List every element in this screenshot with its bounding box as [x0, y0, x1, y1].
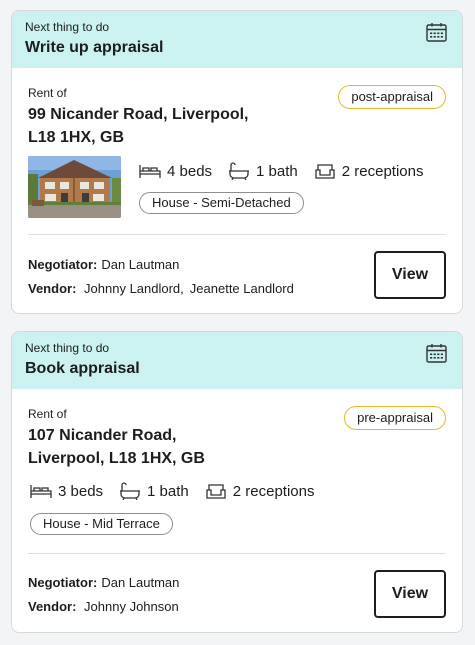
bed-icon: [30, 485, 52, 498]
baths-feature: 1 bath: [119, 482, 189, 500]
vendor-name: Johnny Landlord,: [84, 281, 184, 296]
address-line-1: 107 Nicander Road,: [28, 427, 177, 444]
beds-feature: 4 beds: [139, 162, 212, 180]
vendor-label: Vendor:: [28, 281, 77, 296]
task-title: Write up appraisal: [25, 39, 164, 56]
property-address: 99 Nicander Road, Liverpool, L18 1HX, GB: [28, 103, 268, 149]
negotiator-row: Negotiator: Dan Lautman: [28, 257, 185, 273]
status-badge: pre-appraisal: [344, 406, 446, 430]
vendor-row: Vendor: Johnny Landlord, Jeanette Landlor…: [28, 281, 300, 297]
rent-label: Rent of: [28, 86, 67, 100]
vendor-name: Johnny Johnson: [84, 599, 179, 614]
negotiator-label: Negotiator:: [28, 257, 98, 272]
receptions-count: 2 receptions: [232, 482, 315, 500]
vendor-row: Vendor: Johnny Johnson: [28, 599, 185, 615]
negotiator-name: Dan Lautman: [101, 575, 180, 590]
property-type-tag: House - Semi-Detached: [139, 192, 304, 214]
beds-count: 4 beds: [167, 162, 213, 180]
property-features: 3 beds 1 bath 2 receptions: [30, 482, 330, 500]
bath-icon: [120, 482, 141, 500]
receptions-count: 2 receptions: [341, 162, 424, 180]
view-button[interactable]: View: [374, 570, 446, 618]
next-thing-label: Next thing to do: [25, 341, 110, 355]
sofa-icon: [315, 164, 335, 179]
task-card: Next thing to do Write up appraisal Rent…: [11, 10, 463, 314]
bath-icon: [229, 162, 250, 180]
address-line-2: L18 1HX, GB: [28, 129, 125, 146]
property-features: 4 beds 1 bath 2 receptions: [139, 162, 439, 180]
address-line-2: Liverpool, L18 1HX, GB: [28, 450, 205, 467]
negotiator-name: Dan Lautman: [101, 257, 180, 272]
card-divider: [28, 234, 446, 235]
calendar-icon[interactable]: [426, 343, 447, 363]
property-photo[interactable]: [28, 156, 121, 218]
view-button[interactable]: View: [374, 251, 446, 299]
receptions-feature: 2 receptions: [314, 162, 424, 180]
next-thing-label: Next thing to do: [25, 20, 110, 34]
status-badge: post-appraisal: [338, 85, 446, 109]
vendor-label: Vendor:: [28, 599, 77, 614]
task-title: Book appraisal: [25, 360, 140, 377]
negotiator-row: Negotiator: Dan Lautman: [28, 575, 185, 591]
sofa-icon: [206, 484, 226, 499]
baths-feature: 1 bath: [228, 162, 298, 180]
bed-icon: [139, 165, 161, 178]
card-header: Next thing to do Book appraisal: [12, 332, 462, 389]
negotiator-label: Negotiator:: [28, 575, 98, 590]
property-address: 107 Nicander Road, Liverpool, L18 1HX, G…: [28, 424, 268, 470]
card-divider: [28, 553, 446, 554]
rent-label: Rent of: [28, 407, 67, 421]
task-card: Next thing to do Book appraisal Rent of …: [11, 331, 463, 633]
property-type-tag: House - Mid Terrace: [30, 513, 173, 535]
vendor-name: Jeanette Landlord: [189, 281, 294, 296]
address-line-1: 99 Nicander Road, Liverpool,: [28, 106, 249, 123]
receptions-feature: 2 receptions: [205, 482, 315, 500]
beds-count: 3 beds: [58, 482, 104, 500]
baths-count: 1 bath: [147, 482, 189, 500]
calendar-icon[interactable]: [426, 22, 447, 42]
baths-count: 1 bath: [256, 162, 298, 180]
card-header: Next thing to do Write up appraisal: [12, 11, 462, 68]
beds-feature: 3 beds: [30, 482, 103, 500]
